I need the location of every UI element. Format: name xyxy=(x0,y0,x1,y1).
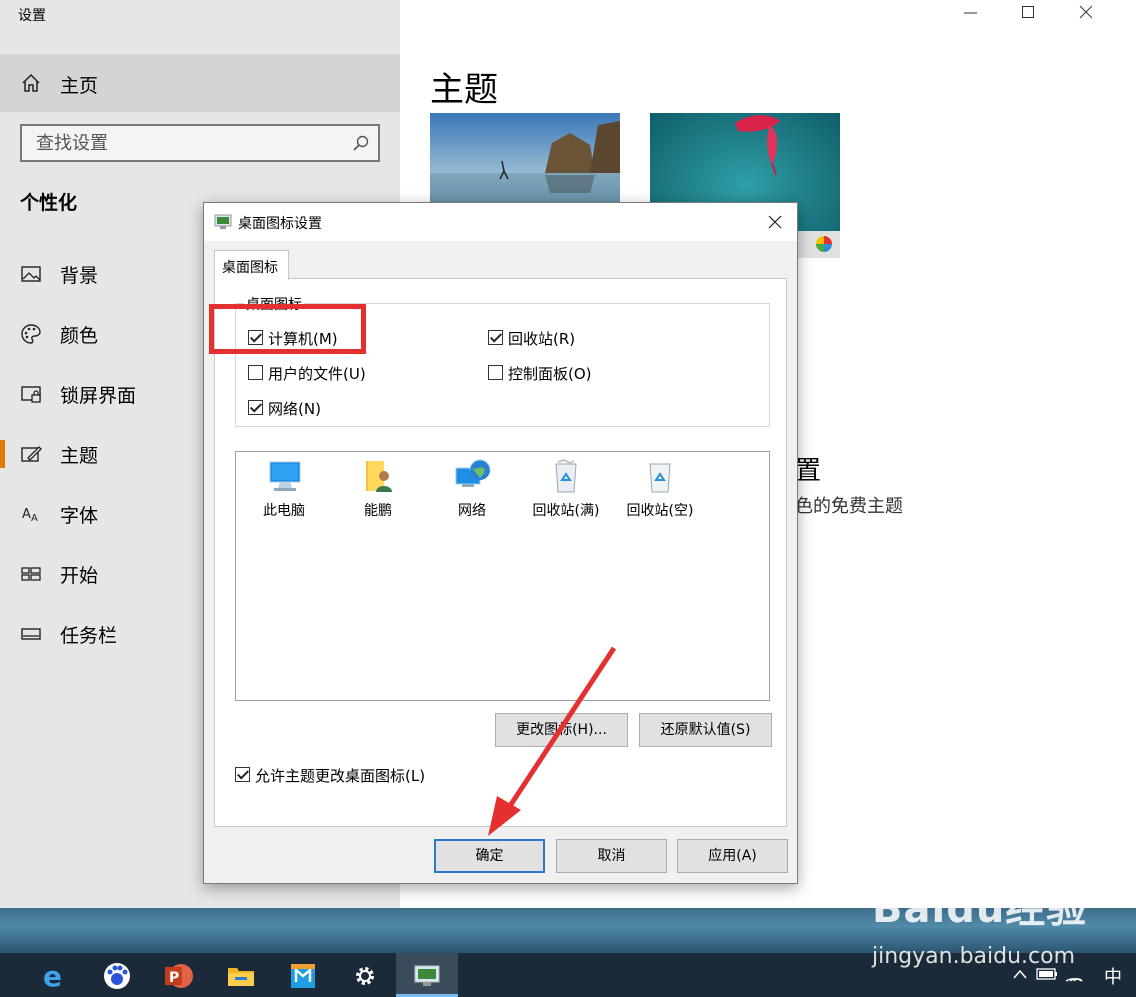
sidebar-item-label: 背景 xyxy=(60,265,99,287)
chevron-up-icon[interactable] xyxy=(1012,967,1028,981)
checkbox-box[interactable] xyxy=(248,400,263,415)
taskbar-settings[interactable] xyxy=(334,953,396,997)
icon-label: 此电脑 xyxy=(263,503,305,519)
taskbar-icon xyxy=(21,628,41,640)
image-icon xyxy=(21,266,41,282)
font-icon: AA xyxy=(22,507,38,524)
checkbox-box[interactable] xyxy=(248,330,263,345)
cancel-button[interactable]: 取消 xyxy=(556,839,667,873)
tab-panel: 桌面图标 计算机(M) 回收站(R) 用户的文件(U) 控制面板(O) 网络(N… xyxy=(214,278,787,827)
sidebar-item-label: 任务栏 xyxy=(60,625,118,647)
dialog-close-button[interactable] xyxy=(753,203,797,241)
checkbox-label: 用户的文件(U) xyxy=(268,365,366,383)
apply-button[interactable]: 应用(A) xyxy=(677,839,788,873)
battery-icon[interactable] xyxy=(1036,967,1058,981)
checkbox-box[interactable] xyxy=(248,365,263,380)
checkbox-label: 计算机(M) xyxy=(268,330,338,348)
theme-brush-icon xyxy=(21,446,42,462)
search-icon[interactable] xyxy=(352,134,370,152)
ok-button[interactable]: 确定 xyxy=(434,839,545,873)
search-box[interactable] xyxy=(20,124,380,162)
page-title: 主题 xyxy=(430,70,498,110)
sidebar-item-label: 字体 xyxy=(60,505,99,527)
svg-text:e: e xyxy=(43,962,62,990)
icon-list[interactable]: 此电脑 能鹏 网络 回收站(满) 回收站(空) xyxy=(235,451,770,701)
desktop-icons-group: 桌面图标 计算机(M) 回收站(R) 用户的文件(U) 控制面板(O) 网络(N… xyxy=(235,294,770,427)
baidu-paw-icon xyxy=(104,963,130,989)
dialog-titlebar[interactable]: 桌面图标设置 xyxy=(204,203,797,241)
window-controls xyxy=(946,0,1136,30)
recycle-bin-empty-icon xyxy=(649,463,671,493)
watermark-logo: Baidu经验 xyxy=(872,886,1088,932)
sidebar-item-label: 锁屏界面 xyxy=(60,385,137,407)
sidebar-item-label: 主题 xyxy=(60,445,99,467)
icon-item-network[interactable]: 网络 xyxy=(427,458,517,519)
monitor-icon xyxy=(269,461,301,491)
settings-gear-icon xyxy=(356,967,374,985)
minimize-button[interactable] xyxy=(962,0,1020,30)
maximize-button[interactable] xyxy=(1020,0,1078,30)
desktop-icon-settings-icon xyxy=(414,965,440,986)
icon-label: 回收站(满) xyxy=(532,503,600,519)
icon-item-this-pc[interactable]: 此电脑 xyxy=(239,458,329,519)
checkbox-box[interactable] xyxy=(488,330,503,345)
desktop-icon-settings-dialog: 桌面图标设置 桌面图标 桌面图标 计算机(M) 回收站(R) 用户的文件(U) xyxy=(203,202,798,884)
lock-screen-icon xyxy=(21,386,41,403)
svg-text:P: P xyxy=(169,970,179,986)
network-globe-icon xyxy=(455,459,491,487)
checkbox-box[interactable] xyxy=(488,365,503,380)
checkbox-label: 允许主题更改桌面图标(L) xyxy=(255,767,426,785)
search-input[interactable] xyxy=(22,126,342,160)
icon-label: 回收站(空) xyxy=(626,503,694,519)
icon-item-recycle-bin-empty[interactable]: 回收站(空) xyxy=(615,458,705,519)
store-icon xyxy=(291,964,315,988)
checkbox-label: 控制面板(O) xyxy=(508,365,592,383)
tab-desktop-icons[interactable]: 桌面图标 xyxy=(214,250,289,280)
close-icon xyxy=(1079,5,1093,19)
close-icon xyxy=(768,215,782,229)
recycle-bin-full-icon xyxy=(555,458,577,493)
file-explorer-icon xyxy=(228,968,254,986)
home-icon xyxy=(22,73,40,92)
taskbar-edge[interactable]: e xyxy=(24,953,86,997)
taskbar-file-explorer[interactable] xyxy=(210,953,272,997)
minimize-icon xyxy=(964,12,977,14)
change-icon-button[interactable]: 更改图标(H)... xyxy=(495,713,628,747)
start-grid-icon xyxy=(21,567,41,581)
partial-heading: 置 xyxy=(795,456,822,486)
group-label: 桌面图标 xyxy=(244,294,304,314)
partial-link-text[interactable]: 色的免费主题 xyxy=(795,492,903,518)
taskbar-desktop-icon-settings[interactable] xyxy=(396,953,458,997)
app-title: 设置 xyxy=(18,8,46,24)
sidebar-item-label: 开始 xyxy=(60,565,99,587)
tab-label: 桌面图标 xyxy=(222,260,278,276)
icon-label: 能鹏 xyxy=(364,503,392,519)
powerpoint-icon: P xyxy=(165,964,193,988)
icon-label: 网络 xyxy=(458,503,486,519)
checkbox-label: 回收站(R) xyxy=(508,330,576,348)
taskbar-store[interactable] xyxy=(272,953,334,997)
watermark-url: jingyan.baidu.com xyxy=(872,944,1076,969)
icon-item-user-folder[interactable]: 能鹏 xyxy=(333,458,423,519)
edge-icon: e xyxy=(43,962,62,990)
dialog-title: 桌面图标设置 xyxy=(238,216,322,232)
home-label: 主页 xyxy=(60,75,99,97)
palette-icon xyxy=(21,324,41,344)
icon-item-recycle-bin-full[interactable]: 回收站(满) xyxy=(521,458,611,519)
checkbox-label: 网络(N) xyxy=(268,400,321,418)
home-nav-item[interactable]: 主页 xyxy=(0,54,400,112)
taskbar-powerpoint[interactable]: P xyxy=(148,953,210,997)
taskbar-baidu[interactable] xyxy=(86,953,148,997)
desktop-icon-settings-icon xyxy=(214,214,232,229)
sidebar-item-label: 颜色 xyxy=(60,325,99,347)
section-title: 个性化 xyxy=(20,192,78,214)
close-button[interactable] xyxy=(1078,0,1136,30)
checkbox-box[interactable] xyxy=(235,767,250,782)
user-folder-icon xyxy=(366,461,392,492)
svg-text:A: A xyxy=(22,507,31,522)
restore-default-button[interactable]: 还原默认值(S) xyxy=(639,713,772,747)
maximize-icon xyxy=(1022,6,1034,18)
svg-text:A: A xyxy=(31,513,38,524)
ime-indicator[interactable]: 中 xyxy=(1104,963,1122,989)
